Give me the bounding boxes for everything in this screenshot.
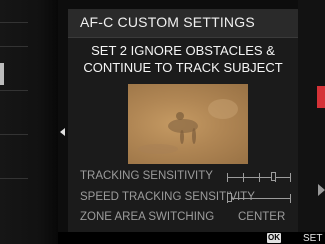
scale-tick — [227, 173, 228, 182]
set-hint-label: SET — [303, 233, 323, 244]
scale-tick — [243, 173, 244, 182]
scale-indicator — [227, 193, 232, 202]
scale-indicator — [271, 172, 276, 181]
preset-description-line1: SET 2 IGNORE OBSTACLES & — [91, 43, 275, 58]
zone-area-switching-value[interactable]: CENTER — [238, 211, 285, 223]
zone-area-switching-label: ZONE AREA SWITCHING — [80, 211, 215, 223]
tracking-sensitivity-scale[interactable] — [227, 171, 291, 183]
background-menu-right — [298, 0, 325, 244]
background-menu-left — [0, 0, 58, 244]
speed-tracking-sensitivity-scale[interactable] — [227, 192, 291, 204]
left-arrow-icon[interactable] — [60, 128, 65, 136]
menu-divider — [0, 22, 28, 23]
menu-divider — [0, 90, 28, 91]
scale-line — [227, 198, 291, 199]
camera-menu-screen: AF-C CUSTOM SETTINGS SET 2 IGNORE OBSTAC… — [0, 0, 325, 244]
preset-description-line2: CONTINUE TO TRACK SUBJECT — [83, 60, 283, 75]
tracking-sensitivity-label: TRACKING SENSITIVITY — [80, 170, 213, 182]
panel-title: AF-C CUSTOM SETTINGS — [80, 14, 255, 30]
selected-item-marker — [317, 86, 325, 108]
menu-divider — [0, 134, 28, 135]
scale-tick — [290, 194, 291, 203]
scale-tick — [290, 173, 291, 182]
scale-tick — [259, 173, 260, 182]
preset-description: SET 2 IGNORE OBSTACLES & CONTINUE TO TRA… — [68, 42, 298, 76]
subject-preview-image — [128, 84, 248, 164]
bottom-hint-bar — [58, 232, 325, 244]
menu-divider — [0, 46, 28, 47]
scroll-arrow-icon — [318, 184, 325, 196]
menu-highlight — [0, 63, 4, 85]
ok-button-icon[interactable]: OK — [267, 233, 281, 243]
menu-divider — [0, 178, 28, 179]
